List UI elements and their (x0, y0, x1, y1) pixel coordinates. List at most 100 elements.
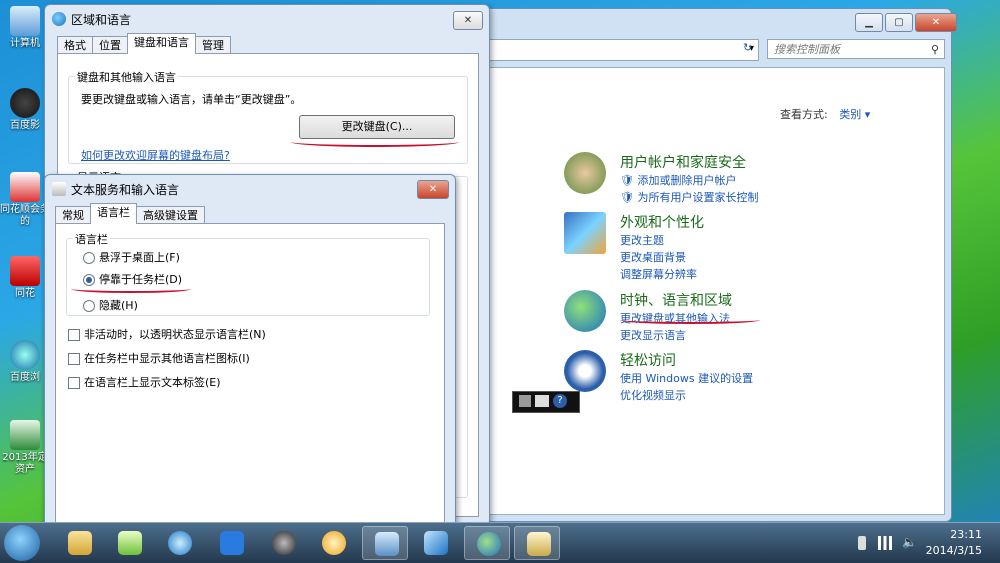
tonghuashun-icon (10, 172, 40, 202)
clock-globe-icon (564, 290, 606, 332)
tab-general[interactable]: 常规 (55, 206, 91, 224)
control-panel-window: ▁ ▢ ✕ ▾ ↻ 搜索控制面板 ⚲ 查看方式: 类别 ▾ 用户帐户和家庭安全 … (470, 8, 957, 522)
appearance-icon (564, 212, 606, 254)
language-bar[interactable]: ? (512, 391, 580, 413)
search-input[interactable]: 搜索控制面板 ⚲ (767, 39, 945, 59)
category-title[interactable]: 用户帐户和家庭安全 (620, 152, 820, 172)
watermark-url: jingyan.baidu.com (824, 500, 944, 515)
close-button[interactable]: ✕ (417, 180, 449, 199)
keyboard-icon[interactable] (519, 395, 531, 407)
dialog-title: 区域和语言 (71, 13, 132, 27)
taskbar-cube[interactable] (412, 526, 458, 560)
maximize-button[interactable]: ▢ (885, 13, 913, 32)
radio-hidden[interactable]: 隐藏(H) (83, 297, 138, 313)
tab-keyboard-language[interactable]: 键盘和语言 (127, 33, 196, 54)
tab-advanced-key-settings[interactable]: 高级键设置 (136, 206, 205, 224)
system-clock[interactable]: 23:11 2014/3/15 (926, 527, 982, 559)
baidu-player-icon (10, 88, 40, 118)
taskbar-baidu[interactable] (208, 526, 254, 560)
language-bar-group: 语言栏 悬浮于桌面上(F) 停靠于任务栏(D) 隐藏(H) (66, 231, 430, 316)
desktop-icon-tonghuashun[interactable]: 同花顺会务的 (0, 172, 50, 228)
annotation-underline (620, 316, 760, 324)
battery-icon[interactable] (858, 536, 866, 550)
browser-icon (168, 531, 192, 555)
clock-time: 23:11 (950, 528, 982, 541)
category-link[interactable]: 更改显示语言 (620, 327, 820, 344)
tab-language-bar[interactable]: 语言栏 (90, 203, 137, 224)
taskbar-text-services[interactable] (514, 526, 560, 560)
category-link[interactable]: 使用 Windows 建议的设置 (620, 370, 820, 387)
window-controls: ▁ ▢ ✕ (855, 13, 957, 32)
input-method-icon[interactable] (535, 395, 549, 407)
checkbox-text-labels[interactable]: 在语言栏上显示文本标签(E) (68, 374, 221, 390)
start-button[interactable] (4, 525, 40, 561)
taskbar: 🔈 23:11 2014/3/15 (0, 522, 1000, 563)
globe-icon (52, 12, 66, 26)
category-link[interactable]: 更改桌面背景 (620, 249, 820, 266)
category-title[interactable]: 外观和个性化 (620, 212, 820, 232)
tab-administrative[interactable]: 管理 (195, 36, 231, 54)
folder-icon (68, 531, 92, 555)
category-title[interactable]: 时钟、语言和区域 (620, 290, 820, 310)
keyboard-group: 键盘和其他输入语言 要更改键盘或输入语言，请单击“更改键盘”。 更改键盘(C).… (68, 69, 468, 164)
desktop-icon-excel-file[interactable]: 2013年定资产 (0, 420, 50, 476)
computer-icon (10, 6, 40, 36)
checkbox-extra-icons[interactable]: 在任务栏中显示其他语言栏图标(I) (68, 350, 250, 366)
taskbar-region-language[interactable] (464, 526, 510, 560)
category-link[interactable]: 🛡 添加或删除用户帐户 (620, 172, 820, 189)
taskbar-browser[interactable] (156, 526, 202, 560)
change-keyboard-button[interactable]: 更改键盘(C)... (299, 115, 455, 139)
tab-location[interactable]: 位置 (92, 36, 128, 54)
checkbox[interactable] (68, 353, 80, 365)
excel-file-icon (10, 420, 40, 450)
radio-button[interactable] (83, 252, 95, 264)
category-link[interactable]: 调整屏幕分辨率 (620, 266, 820, 283)
desktop-icon-baidu-browser[interactable]: 百度浏 (0, 340, 50, 384)
cube-icon (424, 531, 448, 555)
taskbar-player[interactable] (260, 526, 306, 560)
category-link[interactable]: 更改主题 (620, 232, 820, 249)
checkbox[interactable] (68, 377, 80, 389)
ease-of-access-icon (564, 350, 606, 392)
minimize-button[interactable]: ▁ (855, 13, 883, 32)
radio-floating[interactable]: 悬浮于桌面上(F) (83, 249, 180, 265)
desktop-icon-computer[interactable]: 计算机 (0, 6, 50, 50)
taskbar-explorer[interactable] (56, 526, 102, 560)
desktop-icon-tonghua[interactable]: 同花 (0, 256, 50, 300)
tonghua-icon (10, 256, 40, 286)
address-bar[interactable]: ▾ (477, 39, 759, 61)
globe-icon (477, 532, 501, 556)
signal-icon[interactable] (878, 536, 892, 550)
checkbox[interactable] (68, 329, 80, 341)
cloud-icon (322, 531, 346, 555)
radio-button[interactable] (83, 300, 95, 312)
tab-format[interactable]: 格式 (57, 36, 93, 54)
taskbar-cloud[interactable] (310, 526, 356, 560)
keyboard-icon (527, 532, 551, 556)
users-icon (564, 152, 606, 194)
category-link[interactable]: 优化视频显示 (620, 387, 820, 404)
taskbar-control-panel[interactable] (362, 526, 408, 560)
baidu-du-icon (220, 531, 244, 555)
volume-icon[interactable]: 🔈 (902, 535, 917, 549)
close-button[interactable]: ✕ (915, 13, 957, 32)
close-button[interactable]: ✕ (453, 11, 483, 30)
control-panel-icon (375, 532, 399, 556)
radio-button[interactable] (83, 274, 95, 286)
help-icon[interactable]: ? (553, 394, 567, 408)
search-icon[interactable]: ⚲ (931, 40, 939, 60)
film-reel-icon (272, 531, 296, 555)
refresh-icon[interactable]: ↻ (743, 41, 752, 54)
annotation-underline (71, 285, 191, 293)
view-by-dropdown[interactable]: 类别 ▾ (839, 108, 870, 121)
welcome-keyboard-link[interactable]: 如何更改欢迎屏幕的键盘布局? (81, 147, 230, 163)
tab-bar: 常规 语言栏 高级键设置 (55, 203, 205, 224)
category-title[interactable]: 轻松访问 (620, 350, 820, 370)
control-panel-content: 查看方式: 类别 ▾ 用户帐户和家庭安全 🛡 添加或删除用户帐户 🛡 为所有用户… (477, 67, 945, 515)
category-link[interactable]: 🛡 为所有用户设置家长控制 (620, 189, 820, 206)
dialog-title: 文本服务和输入语言 (71, 183, 180, 197)
desktop-icon-baidu-player[interactable]: 百度影 (0, 88, 50, 132)
taskbar-sticky[interactable] (106, 526, 152, 560)
checkbox-transparent[interactable]: 非活动时，以透明状态显示语言栏(N) (68, 326, 266, 342)
keyboard-description: 要更改键盘或输入语言，请单击“更改键盘”。 (81, 93, 302, 106)
